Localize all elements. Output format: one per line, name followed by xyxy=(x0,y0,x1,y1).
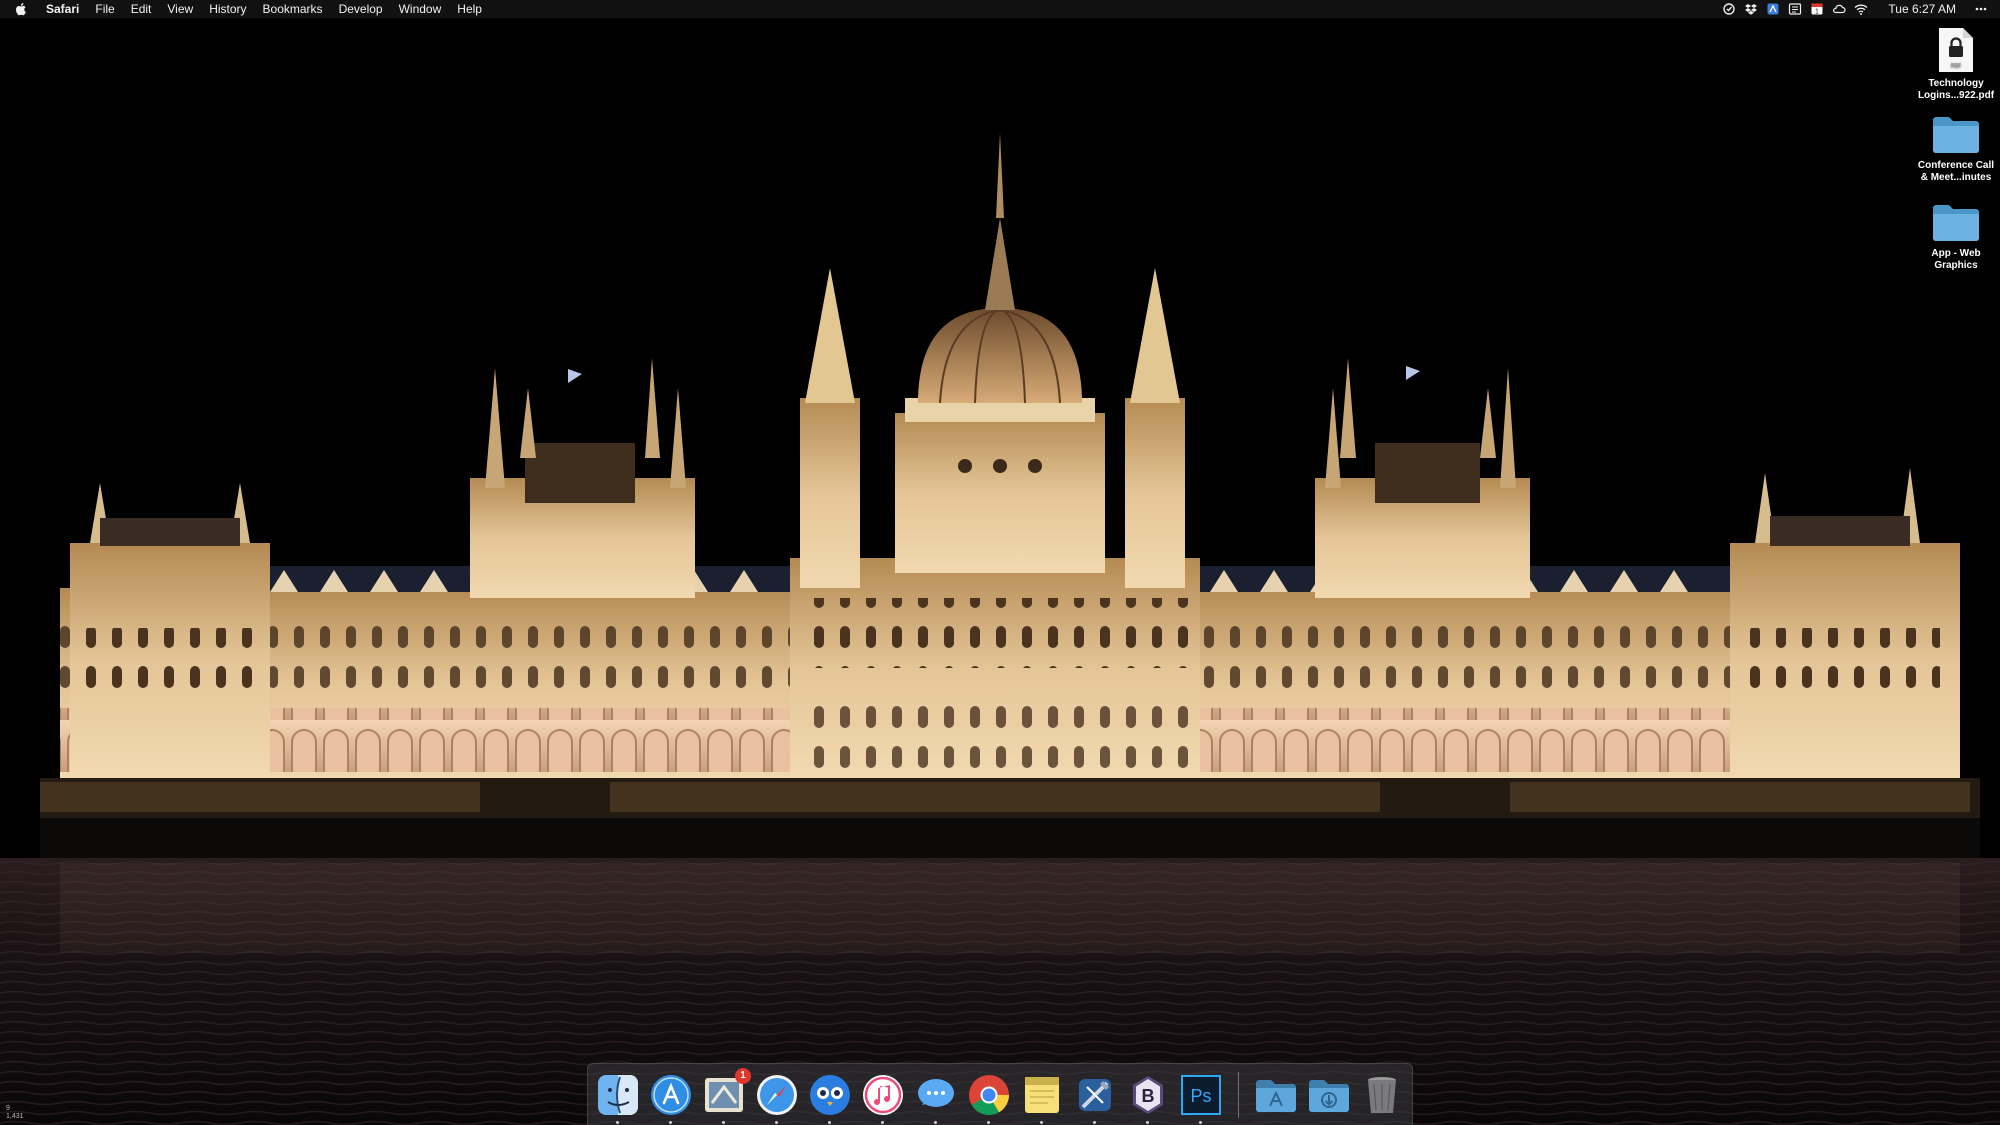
news-icon[interactable] xyxy=(1788,2,1802,16)
dock-mail[interactable]: 1 xyxy=(702,1067,751,1124)
dock-xcode[interactable] xyxy=(1073,1073,1117,1124)
xcode-icon xyxy=(1079,1078,1111,1111)
desktop-folder-app-web-graphics[interactable]: App - Web Graphics xyxy=(1910,202,2000,272)
running-indicator xyxy=(1199,1120,1202,1124)
dock-stack-applications[interactable] xyxy=(1254,1073,1298,1117)
desktop-wallpaper xyxy=(0,18,2000,1125)
dock-bbedit[interactable]: B xyxy=(1126,1073,1170,1124)
menu-history[interactable]: History xyxy=(201,0,254,18)
dock-separator xyxy=(1238,1071,1239,1118)
sync-icon[interactable] xyxy=(1722,2,1736,16)
pdf-tag: PDF xyxy=(1951,63,1961,69)
bbedit-letter: B xyxy=(1142,1086,1155,1106)
messages-icon xyxy=(918,1078,954,1107)
menu-edit[interactable]: Edit xyxy=(123,0,160,18)
tweetbot-icon xyxy=(810,1074,850,1115)
menu-bookmarks[interactable]: Bookmarks xyxy=(255,0,331,18)
dock-trash[interactable] xyxy=(1360,1073,1404,1117)
folder-icon xyxy=(1933,205,1979,241)
notes-icon xyxy=(1025,1076,1059,1113)
app-store-icon xyxy=(651,1074,691,1115)
dock: 1 B Ps xyxy=(587,1063,1413,1125)
running-indicator xyxy=(616,1120,619,1124)
readout-line2: 1,431 xyxy=(6,1113,24,1120)
mail-badge: 1 xyxy=(735,1067,751,1084)
desktop-folder-label-line1: App - Web xyxy=(1931,248,1981,259)
finder-icon xyxy=(598,1074,638,1115)
running-indicator xyxy=(1093,1120,1096,1124)
running-indicator xyxy=(669,1120,672,1124)
desktop-file-label-line2: Logins...922.pdf xyxy=(1917,90,1995,101)
more-icon[interactable] xyxy=(1974,2,1988,16)
app-icon[interactable] xyxy=(1766,2,1780,16)
running-indicator xyxy=(881,1120,884,1124)
pdf-lock-icon: PDF xyxy=(1939,28,1973,72)
photoshop-label: Ps xyxy=(1190,1086,1211,1106)
running-indicator xyxy=(775,1120,778,1124)
dock-messages[interactable] xyxy=(914,1073,958,1124)
dock-safari[interactable] xyxy=(755,1073,799,1124)
calendar-day: 1 xyxy=(1815,9,1819,16)
calendar-icon[interactable]: 1 xyxy=(1810,2,1824,16)
chrome-icon xyxy=(969,1074,1009,1115)
dock-photoshop[interactable]: Ps xyxy=(1179,1073,1223,1124)
readout-line1: 9 xyxy=(6,1105,10,1112)
running-indicator xyxy=(722,1120,725,1124)
menu-app-safari[interactable]: Safari xyxy=(44,0,87,18)
dock-chrome[interactable] xyxy=(967,1073,1011,1124)
menu-file[interactable]: File xyxy=(87,0,122,18)
dock-stack-downloads[interactable] xyxy=(1307,1073,1351,1117)
running-indicator xyxy=(987,1120,990,1124)
applications-folder-icon xyxy=(1256,1079,1296,1112)
menu-view[interactable]: View xyxy=(159,0,201,18)
menu-help[interactable]: Help xyxy=(449,0,490,18)
menu-clock[interactable]: Tue 6:27 AM xyxy=(1888,2,1956,16)
desktop-file-technology-logins[interactable]: PDF Technology Logins...922.pdf xyxy=(1910,26,2000,102)
coordinate-readout: 9 1,431 xyxy=(6,1105,24,1121)
dock-app-store[interactable] xyxy=(649,1073,693,1124)
dock-notes[interactable] xyxy=(1020,1073,1064,1124)
menu-develop[interactable]: Develop xyxy=(331,0,391,18)
desktop-file-label-line1: Technology xyxy=(1928,78,1984,89)
bbedit-icon: B xyxy=(1133,1075,1163,1114)
desktop-folder-label-line2: Graphics xyxy=(1934,260,1978,271)
dock-itunes[interactable] xyxy=(861,1073,905,1124)
running-indicator xyxy=(934,1120,937,1124)
running-indicator xyxy=(1146,1120,1149,1124)
cloud-icon[interactable] xyxy=(1832,2,1846,16)
desktop-folder-label-line2: & Meet...inutes xyxy=(1920,172,1992,183)
running-indicator xyxy=(1040,1120,1043,1124)
dropbox-icon[interactable] xyxy=(1744,2,1758,16)
safari-icon xyxy=(757,1074,797,1115)
menu-window[interactable]: Window xyxy=(391,0,450,18)
itunes-icon xyxy=(863,1074,903,1115)
wifi-icon[interactable] xyxy=(1854,2,1868,16)
desktop-folder-conference-call[interactable]: Conference Call & Meet...inutes xyxy=(1910,114,2000,184)
running-indicator xyxy=(828,1120,831,1124)
photoshop-icon: Ps xyxy=(1181,1074,1221,1115)
folder-icon xyxy=(1933,117,1979,153)
dock-finder[interactable] xyxy=(596,1073,640,1124)
desktop-folder-label-line1: Conference Call xyxy=(1917,160,1995,171)
apple-menu-icon[interactable] xyxy=(14,2,28,16)
dock-tweetbot[interactable] xyxy=(808,1073,852,1124)
downloads-folder-icon xyxy=(1309,1079,1349,1112)
menu-bar: Safari File Edit View History Bookmarks … xyxy=(0,0,2000,18)
trash-icon xyxy=(1368,1076,1396,1113)
